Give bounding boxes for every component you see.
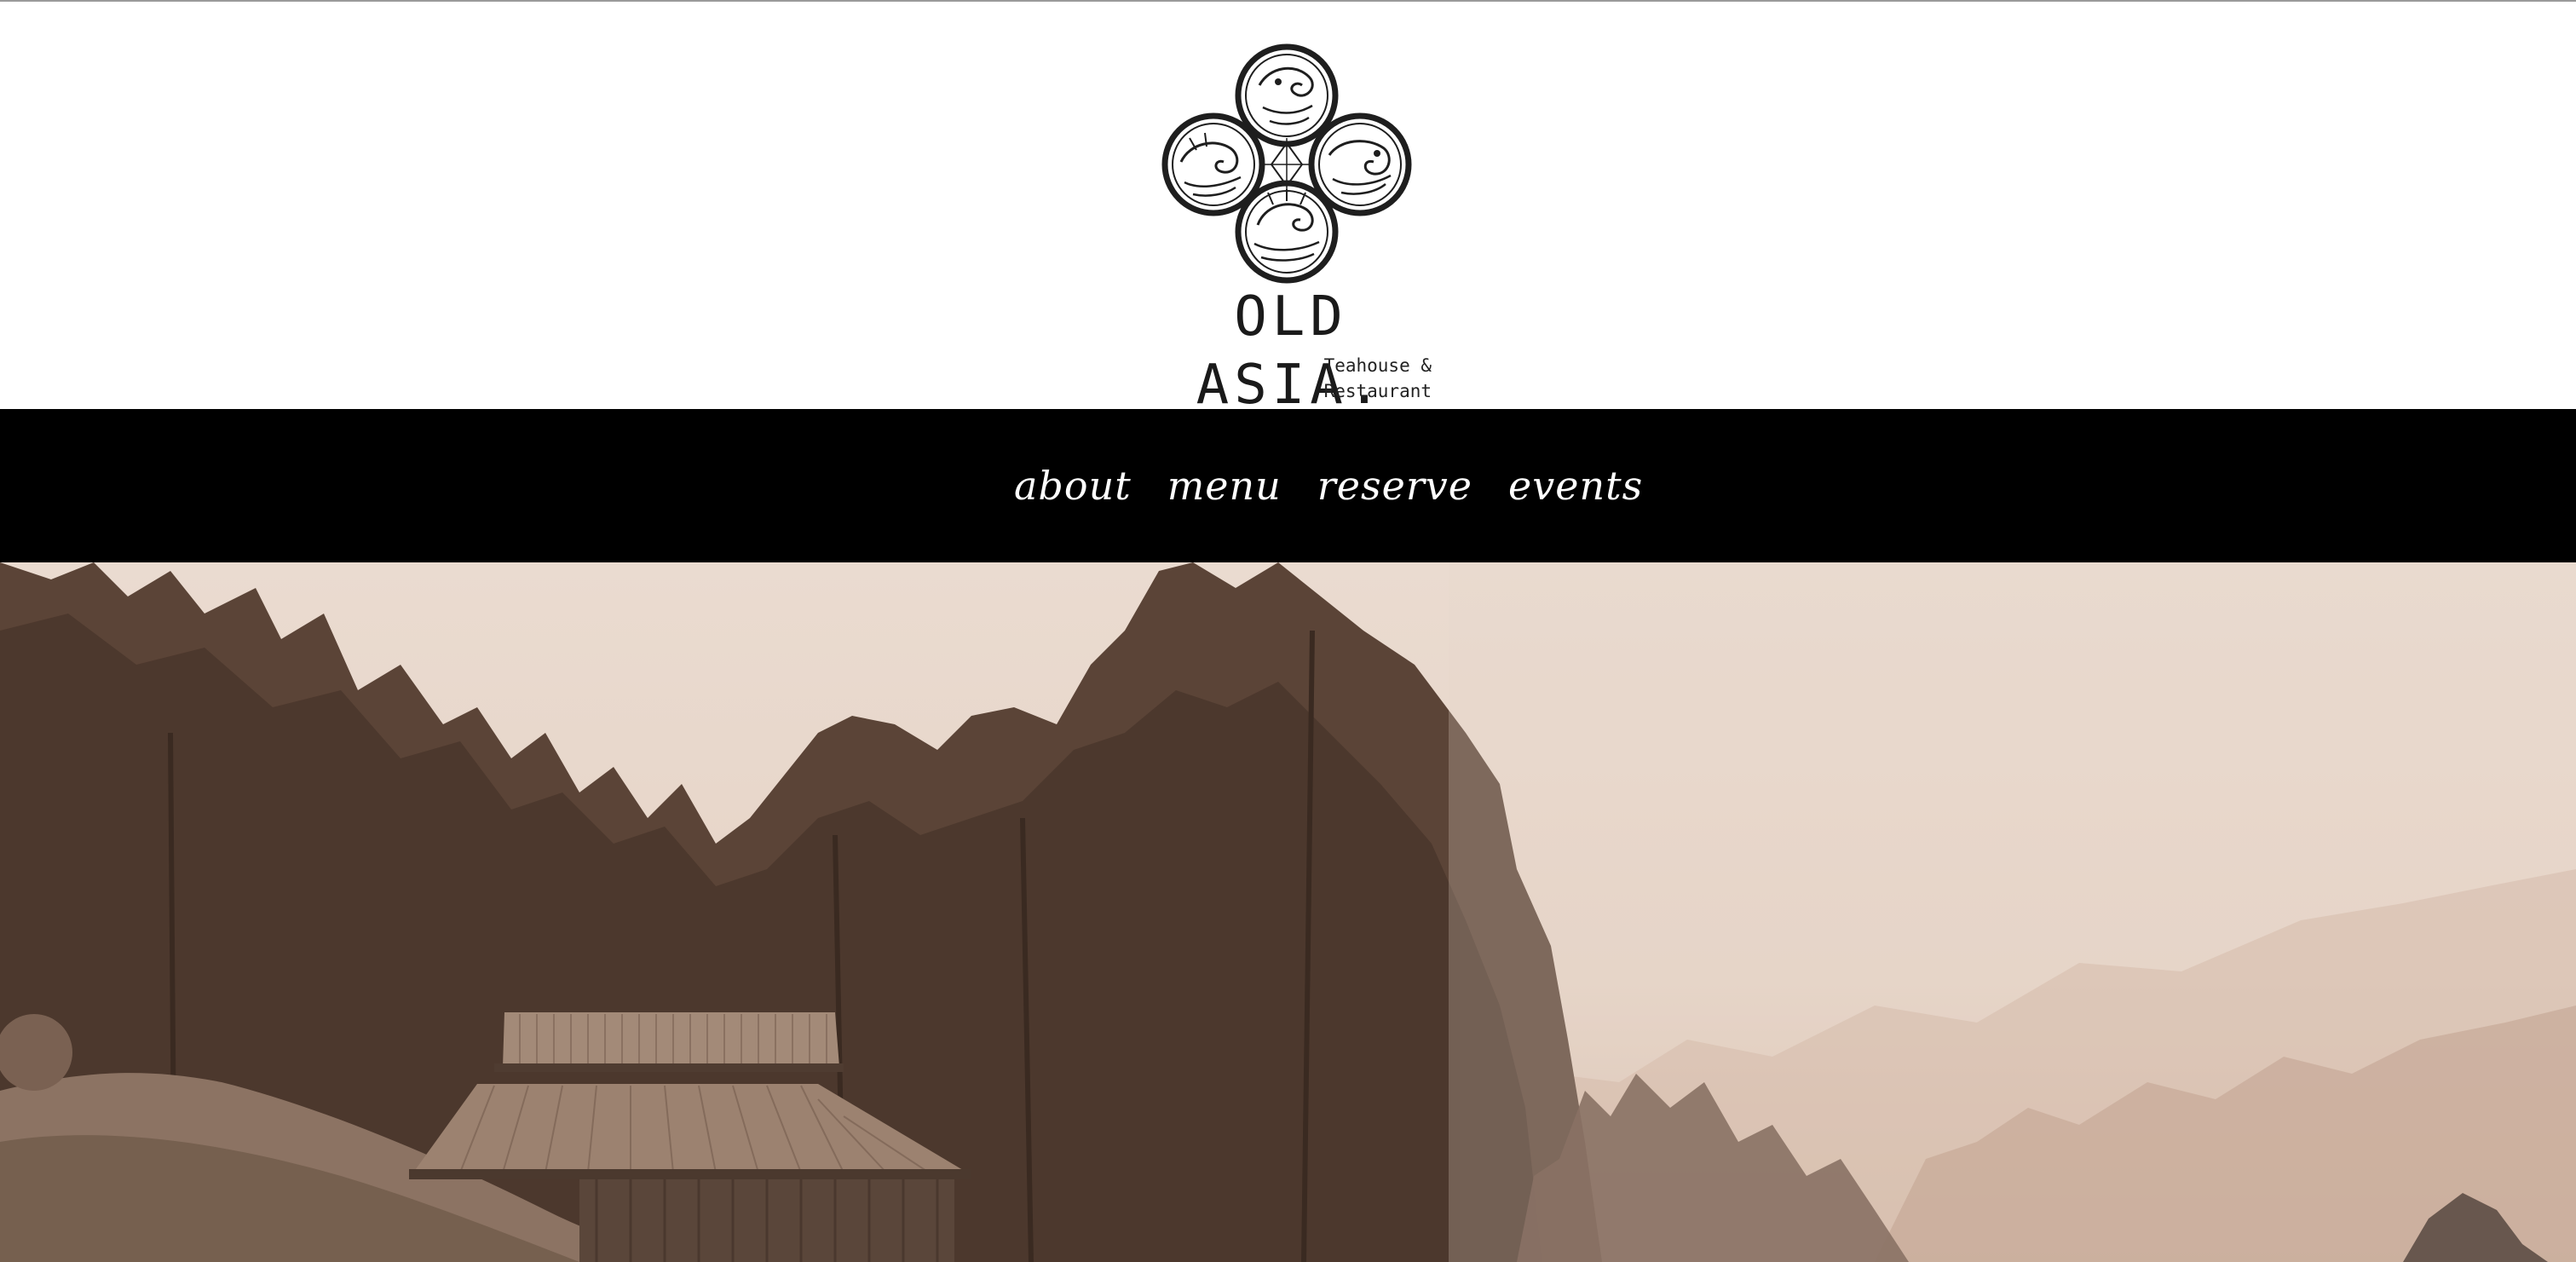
four-circle-dragon-emblem-icon <box>1161 43 1412 284</box>
main-navigation: about menu reserve events <box>0 409 2576 562</box>
site-header: OLD ASIA. Teahouse & Restaurant <box>0 2 2576 417</box>
nav-item-about: about <box>1014 463 1132 509</box>
hero-banner <box>0 562 2576 1262</box>
nav-link-reserve[interactable]: reserve <box>1317 463 1472 509</box>
brand-tagline: Teahouse & Restaurant <box>1323 355 1432 401</box>
nav-item-events: events <box>1508 463 1643 509</box>
nav-item-menu: menu <box>1167 463 1282 509</box>
nav-item-reserve: reserve <box>1317 463 1472 509</box>
nav-link-menu[interactable]: menu <box>1167 463 1282 509</box>
nav-link-events[interactable]: events <box>1508 463 1643 509</box>
site-logo-link[interactable]: OLD ASIA. Teahouse & Restaurant <box>1133 36 1449 417</box>
nav-list: about menu reserve events <box>1014 409 1643 562</box>
sepia-tea-plantation-photo <box>0 562 2576 1262</box>
nav-link-about[interactable]: about <box>1014 463 1132 509</box>
